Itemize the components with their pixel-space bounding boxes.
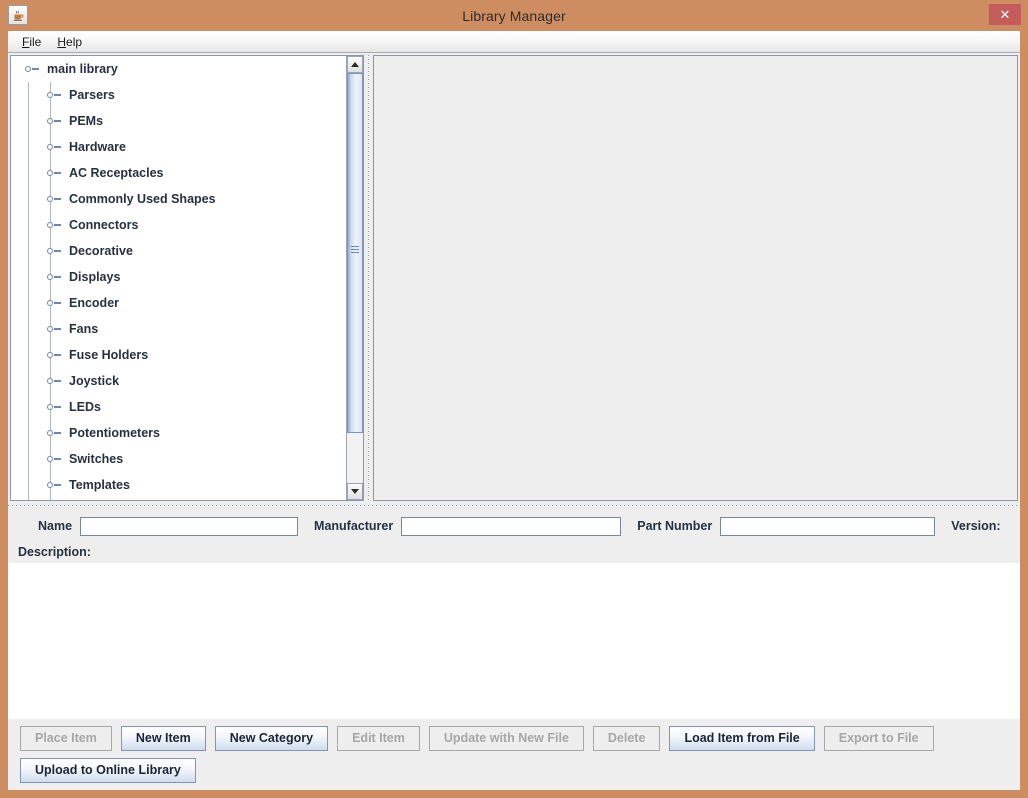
button-row-secondary: Upload to Online Library — [20, 758, 1020, 783]
menu-help[interactable]: Help — [49, 33, 90, 51]
tree-expand-handle-icon[interactable] — [47, 453, 63, 465]
tree-expand-handle-icon[interactable] — [47, 115, 63, 127]
item-detail-panel — [373, 55, 1018, 501]
tree-node-connectors[interactable]: Connectors — [11, 212, 346, 238]
tree-expand-handle-icon[interactable] — [25, 63, 41, 75]
tree-node-label: Parsers — [69, 88, 115, 102]
tree-expand-handle-icon[interactable] — [47, 349, 63, 361]
tree-node-templates[interactable]: Templates — [11, 472, 346, 498]
tree-expand-handle-icon[interactable] — [47, 245, 63, 257]
tree-node-label: Switches — [69, 452, 124, 466]
item-form: Name Manufacturer Part Number Version: D… — [8, 510, 1020, 563]
tree-node-ac-receptacles[interactable]: AC Receptacles — [11, 160, 346, 186]
menu-file[interactable]: File — [14, 33, 49, 51]
chevron-up-icon — [351, 62, 359, 67]
export-to-file-button[interactable]: Export to File — [823, 726, 934, 751]
edit-item-button[interactable]: Edit Item — [337, 726, 420, 751]
tree-expand-handle-icon[interactable] — [47, 89, 63, 101]
tree-node-label: AC Receptacles — [69, 166, 164, 180]
scrollbar-grip-icon — [351, 246, 359, 253]
version-label: Version: — [951, 519, 1001, 533]
tree-node-label: Fuse Holders — [69, 348, 149, 362]
tree-node-label: Fans — [69, 322, 99, 336]
upload-to-online-library-button[interactable]: Upload to Online Library — [20, 758, 196, 783]
tree-node-label: PEMs — [69, 114, 104, 128]
tree-node-label: Displays — [69, 270, 121, 284]
tree-node-main-library[interactable]: main library — [11, 56, 346, 82]
description-textarea[interactable] — [8, 563, 1020, 719]
tree-expand-handle-icon[interactable] — [47, 427, 63, 439]
tree-node-label: LEDs — [69, 400, 101, 414]
tree-node-pems[interactable]: PEMs — [11, 108, 346, 134]
vertical-split-divider[interactable] — [364, 55, 373, 501]
tree-node-parsers[interactable]: Parsers — [11, 82, 346, 108]
top-split-pane: main library Parsers PEMs Hardware AC Re… — [8, 53, 1020, 501]
window-title: Library Manager — [462, 7, 566, 24]
tree-node-label: Connectors — [69, 218, 139, 232]
library-tree-panel: main library Parsers PEMs Hardware AC Re… — [10, 55, 364, 501]
manufacturer-label: Manufacturer — [314, 519, 394, 533]
name-input[interactable] — [80, 516, 299, 536]
tree-node-joystick[interactable]: Joystick — [11, 368, 346, 394]
tree-expand-handle-icon[interactable] — [47, 375, 63, 387]
java-coffee-cup-icon — [8, 5, 28, 25]
tree-node-encoder[interactable]: Encoder — [11, 290, 346, 316]
action-button-bar: Place Item New Item New Category Edit It… — [8, 719, 1020, 790]
name-label: Name — [38, 519, 73, 533]
chevron-down-icon — [351, 489, 359, 494]
tree-expand-handle-icon[interactable] — [47, 479, 63, 491]
new-item-button[interactable]: New Item — [120, 726, 206, 751]
menu-bar: File Help — [8, 31, 1020, 53]
new-category-button[interactable]: New Category — [214, 726, 329, 751]
update-with-new-file-button[interactable]: Update with New File — [428, 726, 584, 751]
place-item-button[interactable]: Place Item — [20, 726, 112, 751]
tree-expand-handle-icon[interactable] — [47, 297, 63, 309]
tree-vertical-scrollbar[interactable] — [346, 56, 363, 500]
tree-node-label: Decorative — [69, 244, 133, 258]
horizontal-split-divider[interactable] — [8, 501, 1020, 510]
tree-node-decorative[interactable]: Decorative — [11, 238, 346, 264]
part-number-label: Part Number — [637, 519, 713, 533]
scrollbar-track[interactable] — [347, 73, 363, 483]
close-icon[interactable]: ✕ — [989, 4, 1021, 25]
field-row: Name Manufacturer Part Number Version: — [8, 510, 1020, 542]
scroll-down-button[interactable] — [347, 483, 363, 500]
tree-expand-handle-icon[interactable] — [47, 323, 63, 335]
tree-node-fuse-holders[interactable]: Fuse Holders — [11, 342, 346, 368]
tree-node-label: Potentiometers — [69, 426, 160, 440]
part-number-input[interactable] — [720, 516, 936, 536]
tree-expand-handle-icon[interactable] — [47, 271, 63, 283]
tree-expand-handle-icon[interactable] — [47, 141, 63, 153]
window-body: File Help main library Parsers PEMs Hard… — [8, 31, 1020, 790]
tree-node-fans[interactable]: Fans — [11, 316, 346, 342]
tree-node-label: Hardware — [69, 140, 126, 154]
manufacturer-input[interactable] — [401, 516, 622, 536]
tree-node-label: main library — [47, 62, 118, 76]
scroll-up-button[interactable] — [347, 56, 363, 73]
tree-node-hardware[interactable]: Hardware — [11, 134, 346, 160]
tree-expand-handle-icon[interactable] — [47, 219, 63, 231]
tree-node-label: Commonly Used Shapes — [69, 192, 216, 206]
load-item-from-file-button[interactable]: Load Item from File — [669, 726, 815, 751]
application-window: Library Manager ✕ File Help main library — [0, 0, 1028, 798]
tree-node-leds[interactable]: LEDs — [11, 394, 346, 420]
delete-button[interactable]: Delete — [592, 726, 661, 751]
tree-node-potentiometers[interactable]: Potentiometers — [11, 420, 346, 446]
tree-node-label: Joystick — [69, 374, 120, 388]
tree-node-commonly-used-shapes[interactable]: Commonly Used Shapes — [11, 186, 346, 212]
tree-node-displays[interactable]: Displays — [11, 264, 346, 290]
tree-expand-handle-icon[interactable] — [47, 167, 63, 179]
tree-node-label: Encoder — [69, 296, 120, 310]
button-row-primary: Place Item New Item New Category Edit It… — [20, 726, 1020, 751]
library-tree[interactable]: main library Parsers PEMs Hardware AC Re… — [11, 56, 346, 500]
tree-node-label: Templates — [69, 478, 130, 492]
tree-node-switches[interactable]: Switches — [11, 446, 346, 472]
description-label: Description: — [18, 545, 91, 559]
title-bar: Library Manager ✕ — [0, 0, 1028, 31]
scrollbar-thumb[interactable] — [347, 73, 363, 433]
tree-expand-handle-icon[interactable] — [47, 193, 63, 205]
tree-expand-handle-icon[interactable] — [47, 401, 63, 413]
